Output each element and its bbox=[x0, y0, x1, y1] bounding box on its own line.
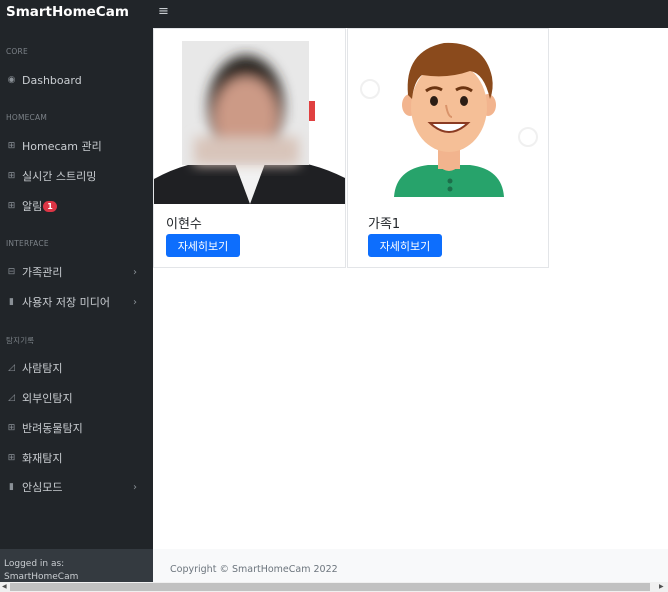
sidebar-item-pet-detect[interactable]: ⊞ 반려동물탐지 bbox=[0, 417, 153, 439]
sidebar-footer: Logged in as: SmartHomeCam bbox=[0, 549, 153, 582]
family-member-name: 가족1 bbox=[368, 217, 401, 232]
chart-area-icon: ◿ bbox=[8, 393, 15, 403]
sidebar-item-fire-detect[interactable]: ⊞ 화재탐지 bbox=[0, 447, 153, 469]
sidebar-item-alerts[interactable]: ⊞ 알림 1 bbox=[0, 195, 153, 217]
chevron-right-icon: › bbox=[133, 296, 137, 308]
logged-in-label: Logged in as: bbox=[4, 559, 65, 569]
view-details-button[interactable]: 자세히보기 bbox=[368, 234, 442, 257]
horizontal-scrollbar[interactable]: ◀ ▶ bbox=[0, 582, 668, 592]
sidebar-item-label: 가족관리 bbox=[22, 266, 63, 279]
sidebar-item-intruder-detect[interactable]: ◿ 외부인탐지 bbox=[0, 387, 153, 409]
sidebar-item-label: 실시간 스트리밍 bbox=[22, 170, 97, 183]
sidebar-item-safe-mode[interactable]: ▮ 안심모드 › bbox=[0, 476, 153, 498]
sidebar-item-user-media[interactable]: ▮ 사용자 저장 미디어 › bbox=[0, 291, 153, 313]
sidebar-item-homecam[interactable]: ⊞ Homecam 관리 bbox=[0, 135, 153, 157]
table-icon: ⊞ bbox=[7, 171, 16, 181]
sidebar-item-label: 안심모드 bbox=[22, 481, 63, 494]
book-icon: ▮ bbox=[9, 297, 14, 307]
sidebar-item-label: 반려동물탐지 bbox=[22, 422, 83, 435]
sidebar-heading-interface: INTERFACE bbox=[6, 239, 49, 248]
sidebar: CORE ◉ Dashboard HOMECAM ⊞ Homecam 관리 ⊞ … bbox=[0, 28, 153, 582]
chart-area-icon: ◿ bbox=[8, 363, 15, 373]
family-card: 이현수 자세히보기 bbox=[153, 28, 346, 268]
table-icon: ⊞ bbox=[7, 423, 16, 433]
menu-toggle-icon[interactable]: ≡ bbox=[158, 4, 169, 19]
sidebar-item-dashboard[interactable]: ◉ Dashboard bbox=[0, 69, 153, 91]
sidebar-item-label: Homecam 관리 bbox=[22, 140, 102, 153]
columns-icon: ⊟ bbox=[7, 267, 16, 277]
copyright-text: Copyright © SmartHomeCam 2022 bbox=[170, 564, 338, 575]
sidebar-heading-detection: 탐지기록 bbox=[6, 336, 35, 345]
family-member-name: 이현수 bbox=[166, 217, 202, 232]
sidebar-heading-homecam: HOMECAM bbox=[6, 113, 47, 122]
table-icon: ⊞ bbox=[7, 201, 16, 211]
sidebar-heading-core: CORE bbox=[6, 47, 28, 56]
logged-in-user: SmartHomeCam bbox=[4, 572, 79, 582]
sidebar-item-label: 알림 bbox=[22, 200, 43, 213]
sidebar-item-label: 사용자 저장 미디어 bbox=[22, 296, 110, 309]
sidebar-item-person-detect[interactable]: ◿ 사람탐지 bbox=[0, 357, 153, 379]
chevron-right-icon: › bbox=[133, 266, 137, 278]
sidebar-item-label: Dashboard bbox=[22, 73, 82, 87]
scroll-right-icon[interactable]: ▶ bbox=[659, 582, 664, 592]
scrollbar-thumb[interactable] bbox=[10, 583, 650, 591]
alert-count-badge: 1 bbox=[43, 200, 57, 212]
view-details-button[interactable]: 자세히보기 bbox=[166, 234, 240, 257]
sidebar-item-label: 화재탐지 bbox=[22, 452, 63, 465]
book-icon: ▮ bbox=[9, 482, 14, 492]
table-icon: ⊞ bbox=[7, 141, 16, 151]
family-card: 가족1 자세히보기 bbox=[347, 28, 549, 268]
sidebar-item-label: 외부인탐지 bbox=[22, 392, 73, 405]
family-photo bbox=[154, 29, 345, 204]
sidebar-item-label: 사람탐지 bbox=[22, 362, 63, 375]
family-avatar-illustration bbox=[348, 29, 548, 204]
dashboard-icon: ◉ bbox=[7, 75, 16, 85]
table-icon: ⊞ bbox=[7, 453, 16, 463]
page-footer: Copyright © SmartHomeCam 2022 bbox=[153, 549, 668, 582]
chevron-right-icon: › bbox=[133, 481, 137, 493]
sidebar-item-family[interactable]: ⊟ 가족관리 › bbox=[0, 261, 153, 283]
top-navbar: SmartHomeCam ≡ bbox=[0, 0, 668, 28]
scroll-left-icon[interactable]: ◀ bbox=[2, 582, 7, 592]
brand-logo[interactable]: SmartHomeCam bbox=[6, 4, 129, 20]
sidebar-item-streaming[interactable]: ⊞ 실시간 스트리밍 bbox=[0, 165, 153, 187]
